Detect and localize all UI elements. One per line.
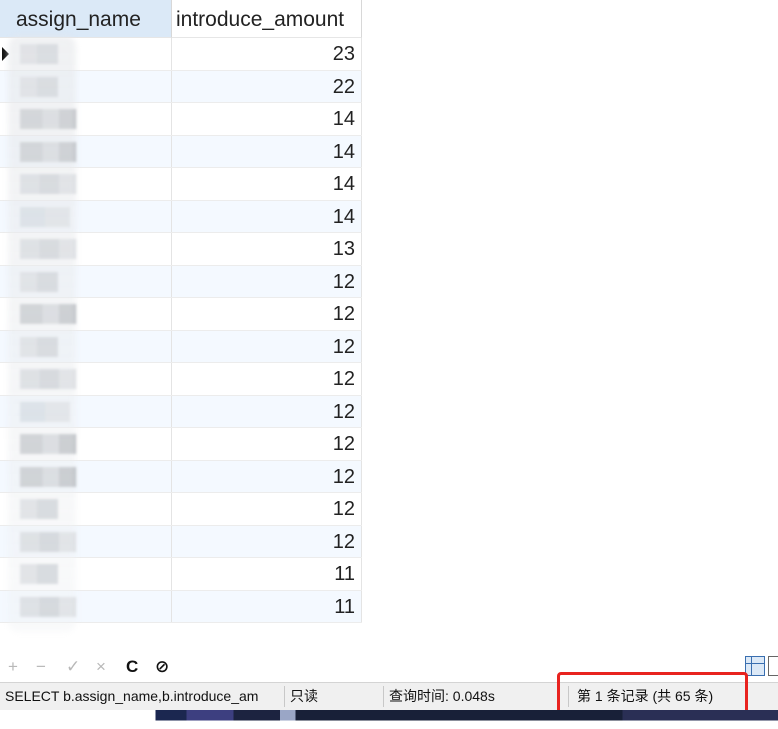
status-divider: [284, 686, 285, 707]
redacted-name-overlay: [8, 36, 76, 632]
cell-introduce-amount[interactable]: 23: [172, 38, 362, 70]
add-icon[interactable]: +: [8, 656, 18, 678]
cell-introduce-amount[interactable]: 14: [172, 168, 362, 200]
cell-introduce-amount[interactable]: 14: [172, 103, 362, 135]
column-header-introduce-amount[interactable]: introduce_amount: [172, 0, 362, 38]
status-readonly: 只读: [290, 688, 318, 704]
cell-introduce-amount[interactable]: 12: [172, 428, 362, 460]
close-icon[interactable]: ×: [96, 656, 106, 678]
grid-view-icon[interactable]: [745, 656, 765, 676]
cell-introduce-amount[interactable]: 12: [172, 395, 362, 427]
refresh-icon[interactable]: C: [126, 656, 138, 678]
status-sql-text: SELECT b.assign_name,b.introduce_am: [5, 688, 259, 704]
highlight-box: [557, 672, 748, 715]
cell-introduce-amount[interactable]: 11: [172, 558, 362, 590]
cell-introduce-amount[interactable]: 14: [172, 200, 362, 232]
cell-introduce-amount[interactable]: 12: [172, 525, 362, 557]
form-view-icon[interactable]: [768, 656, 778, 676]
cell-introduce-amount[interactable]: 13: [172, 233, 362, 265]
grid-header: assign_name introduce_amount: [0, 0, 362, 38]
cell-introduce-amount[interactable]: 22: [172, 70, 362, 102]
remove-icon[interactable]: −: [36, 656, 46, 678]
cell-introduce-amount[interactable]: 12: [172, 330, 362, 362]
cell-introduce-amount[interactable]: 14: [172, 135, 362, 167]
check-icon[interactable]: ✓: [66, 656, 80, 678]
status-query-time: 查询时间: 0.048s: [389, 688, 495, 704]
column-header-assign-name[interactable]: assign_name: [0, 0, 172, 38]
cell-introduce-amount[interactable]: 12: [172, 460, 362, 492]
stop-icon[interactable]: ⊘: [155, 656, 169, 678]
cell-introduce-amount[interactable]: 12: [172, 493, 362, 525]
taskbar-fade: [0, 710, 778, 729]
cell-introduce-amount[interactable]: 12: [172, 265, 362, 297]
cell-introduce-amount[interactable]: 11: [172, 590, 362, 622]
cell-introduce-amount[interactable]: 12: [172, 298, 362, 330]
status-divider: [383, 686, 384, 707]
cell-introduce-amount[interactable]: 12: [172, 363, 362, 395]
